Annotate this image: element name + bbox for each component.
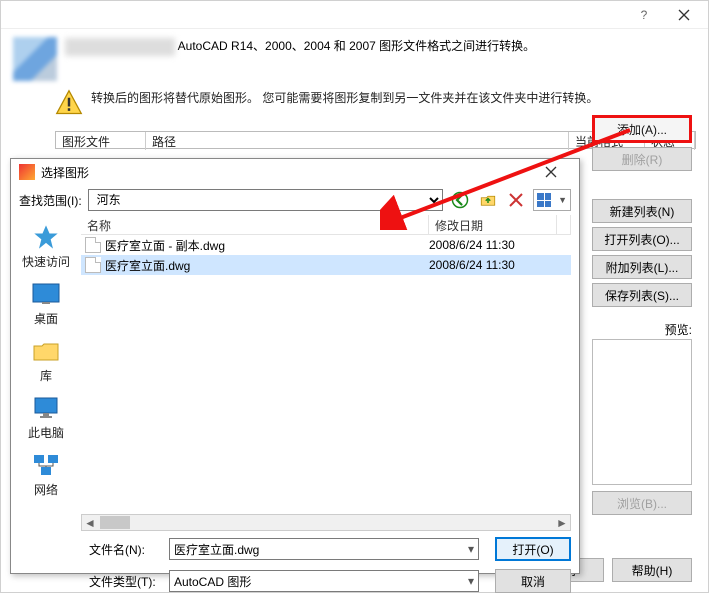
open-list-button[interactable]: 打开列表(O)... <box>592 227 692 251</box>
up-icon[interactable] <box>477 189 499 211</box>
place-label: 桌面 <box>34 310 58 327</box>
append-list-button[interactable]: 附加列表(L)... <box>592 255 692 279</box>
place-label: 快速访问 <box>22 253 70 270</box>
place-this-pc[interactable]: 此电脑 <box>16 390 76 445</box>
app-icon <box>13 37 57 81</box>
title-bar: ? <box>1 1 708 29</box>
network-icon <box>30 451 62 479</box>
file-list-header: 名称 修改日期 <box>81 215 571 235</box>
file-date: 2008/6/24 11:30 <box>429 258 557 272</box>
look-in-label: 查找范围(I): <box>19 192 82 209</box>
open-button[interactable]: 打开(O) <box>495 537 571 561</box>
monitor-icon <box>30 394 62 422</box>
warning-icon <box>55 89 83 117</box>
folder-icon <box>30 337 62 365</box>
description-row: AutoCAD R14、2000、2004 和 2007 图形文件格式之间进行转… <box>1 29 708 85</box>
dialog-close-button[interactable] <box>531 160 571 184</box>
th-filename[interactable]: 图形文件 <box>56 132 146 150</box>
place-desktop[interactable]: 桌面 <box>16 276 76 331</box>
place-quick-access[interactable]: 快速访问 <box>16 219 76 274</box>
col-name[interactable]: 名称 <box>81 215 429 234</box>
main-help-button[interactable]: 帮助(H) <box>612 558 692 582</box>
filetype-label: 文件类型(T): <box>89 573 159 590</box>
remove-button: 删除(R) <box>592 147 692 171</box>
file-icon <box>85 257 101 273</box>
look-in-row: 查找范围(I): 河东 ▼ <box>11 185 579 215</box>
description-text: AutoCAD R14、2000、2004 和 2007 图形文件格式之间进行转… <box>178 39 535 53</box>
place-label: 此电脑 <box>28 424 64 441</box>
file-name: 医疗室立面 - 副本.dwg <box>105 237 429 254</box>
scroll-left-icon[interactable]: ◄ <box>82 516 98 530</box>
new-list-button[interactable]: 新建列表(N) <box>592 199 692 223</box>
dialog-title-bar: 选择图形 <box>11 159 579 185</box>
blurred-text <box>65 38 175 56</box>
dialog-title: 选择图形 <box>41 164 89 181</box>
file-icon <box>85 237 101 253</box>
filename-label: 文件名(N): <box>89 541 159 558</box>
horizontal-scrollbar[interactable]: ◄ ► <box>81 514 571 531</box>
right-button-column: 添加(A)... 删除(R) 新建列表(N) 打开列表(O)... 附加列表(L… <box>592 115 692 307</box>
delete-icon[interactable] <box>505 189 527 211</box>
preview-box <box>592 339 692 485</box>
filename-value: 医疗室立面.dwg <box>174 541 259 558</box>
browse-button: 浏览(B)... <box>592 491 692 515</box>
dialog-body: 快速访问 桌面 库 此电脑 网络 名称 修改日期 <box>11 215 579 531</box>
file-row-selected[interactable]: 医疗室立面.dwg 2008/6/24 11:30 <box>81 255 571 275</box>
filename-combo[interactable]: 医疗室立面.dwg ▾ <box>169 538 479 560</box>
file-row[interactable]: 医疗室立面 - 副本.dwg 2008/6/24 11:30 <box>81 235 571 255</box>
th-path[interactable]: 路径 <box>146 132 569 150</box>
scroll-right-icon[interactable]: ► <box>554 516 570 530</box>
col-date[interactable]: 修改日期 <box>429 215 557 234</box>
warning-text: 转换后的图形将替代原始图形。 您可能需要将图形复制到另一文件夹并在该文件夹中进行… <box>91 89 598 107</box>
chevron-down-icon: ▾ <box>468 542 474 556</box>
place-label: 库 <box>40 367 52 384</box>
place-label: 网络 <box>34 481 58 498</box>
chevron-down-icon: ▾ <box>468 574 474 588</box>
desktop-icon <box>30 280 62 308</box>
dialog-bottom: 文件名(N): 医疗室立面.dwg ▾ 打开(O) 文件类型(T): AutoC… <box>11 531 579 611</box>
file-name: 医疗室立面.dwg <box>105 257 429 274</box>
places-bar: 快速访问 桌面 库 此电脑 网络 <box>11 215 81 531</box>
dialog-cancel-button[interactable]: 取消 <box>495 569 571 593</box>
filetype-value: AutoCAD 图形 <box>174 573 251 590</box>
view-mode-dropdown[interactable]: ▼ <box>533 189 571 211</box>
help-button[interactable]: ? <box>624 2 664 28</box>
filetype-combo[interactable]: AutoCAD 图形 ▾ <box>169 570 479 592</box>
place-network[interactable]: 网络 <box>16 447 76 502</box>
dialog-icon <box>19 164 35 180</box>
file-list[interactable]: 名称 修改日期 医疗室立面 - 副本.dwg 2008/6/24 11:30 医… <box>81 215 571 531</box>
folder-select[interactable]: 河东 <box>88 189 443 211</box>
back-icon[interactable] <box>449 189 471 211</box>
col-extra[interactable] <box>557 215 571 234</box>
scroll-thumb[interactable] <box>100 516 130 529</box>
file-dialog: 选择图形 查找范围(I): 河东 ▼ 快速访问 <box>10 158 580 574</box>
save-list-button[interactable]: 保存列表(S)... <box>592 283 692 307</box>
file-date: 2008/6/24 11:30 <box>429 238 557 252</box>
star-icon <box>30 223 62 251</box>
close-button[interactable] <box>664 2 704 28</box>
place-libraries[interactable]: 库 <box>16 333 76 388</box>
preview-label: 预览: <box>665 321 692 338</box>
add-button[interactable]: 添加(A)... <box>592 115 692 143</box>
file-rows: 医疗室立面 - 副本.dwg 2008/6/24 11:30 医疗室立面.dwg… <box>81 235 571 275</box>
